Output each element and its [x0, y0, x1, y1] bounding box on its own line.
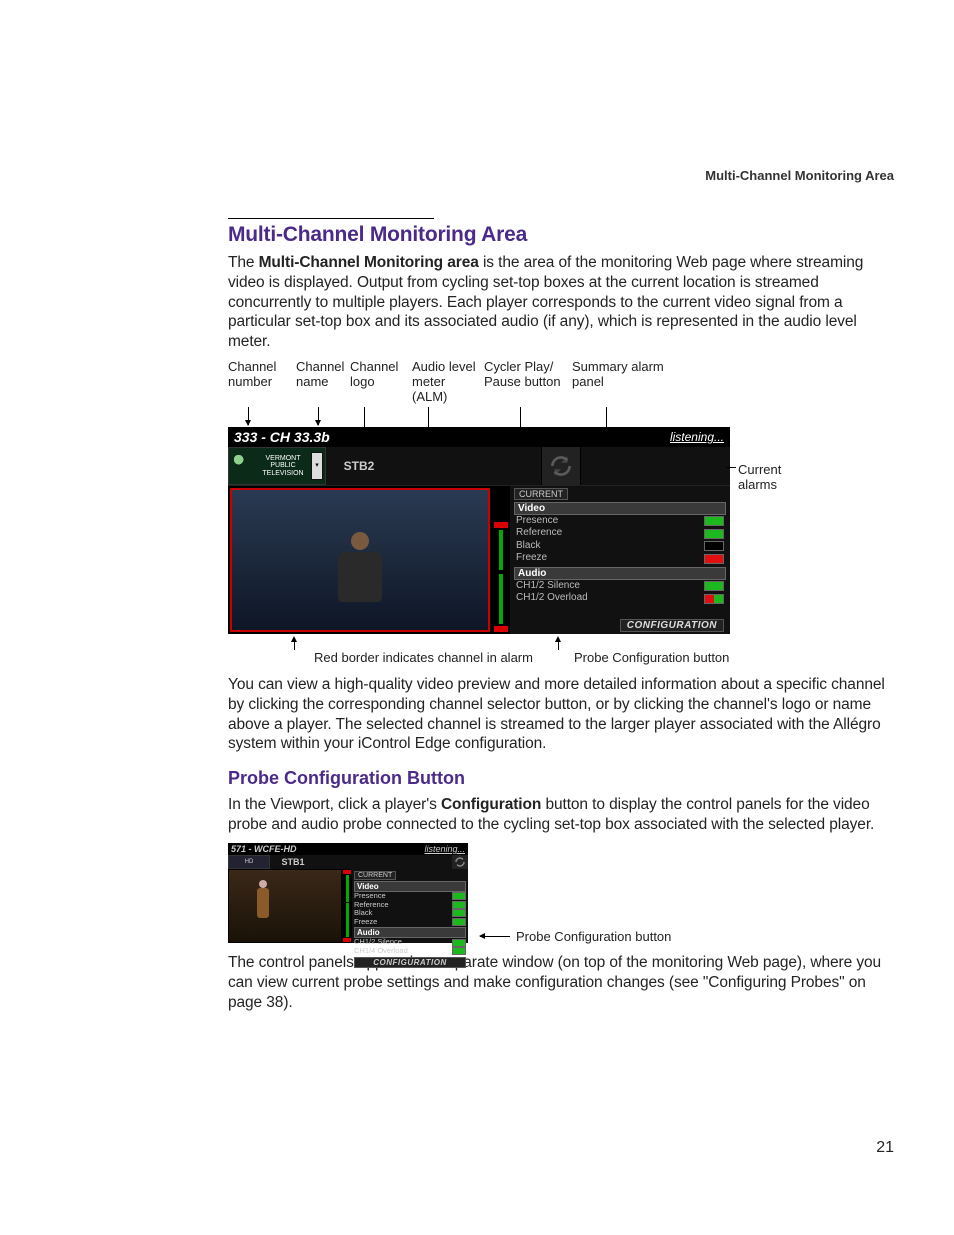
callout-probe-config-2: Probe Configuration button: [480, 929, 671, 944]
player2-listening: listening...: [424, 844, 465, 854]
arrow-left-icon: [480, 936, 510, 937]
section-rule: [228, 218, 434, 219]
callout-alm: Audio level meter (ALM): [412, 360, 484, 405]
alarm-reference: Reference: [516, 527, 562, 540]
refresh-icon: [548, 453, 574, 479]
paragraph-control-panels: The control panels appear in a separate …: [228, 953, 894, 1012]
callout-probe-config-1: Probe Configuration button: [574, 650, 729, 665]
alarm-reference-indicator: [704, 529, 724, 539]
player2-alm: [342, 869, 352, 943]
paragraph-preview: You can view a high-quality video previe…: [228, 675, 894, 754]
player2-logo[interactable]: HD: [228, 855, 270, 869]
para-probe-pre: In the Viewport, click a player's: [228, 796, 441, 813]
para1-pre: The: [228, 254, 259, 271]
alarm-freeze: Freeze: [516, 552, 547, 565]
audio-level-meter: [492, 486, 510, 634]
alarm-overload: CH1/2 Overload: [516, 592, 588, 605]
callout-channel-name: Channel name: [296, 360, 350, 405]
alarm-overload-indicator: [704, 594, 724, 604]
alarm-silence: CH1/2 Silence: [516, 580, 580, 593]
cycler-play-pause-button[interactable]: [541, 447, 581, 485]
refresh-icon: [454, 856, 466, 868]
channel-logo-text: VERMONT PUBLIC TELEVISION: [262, 455, 303, 477]
section-heading-1: Multi-Channel Monitoring Area: [228, 223, 894, 247]
video-preview[interactable]: [230, 488, 490, 632]
player2-channel-title[interactable]: 571 - WCFE-HD: [231, 844, 297, 854]
stb-label: STB2: [326, 447, 392, 485]
figure-1-bottom-callouts: Red border indicates channel in alarm Pr…: [228, 650, 894, 665]
player-titlebar: 333 - CH 33.3b listening...: [228, 427, 730, 447]
callout-current-alarms: Current alarms: [738, 463, 781, 493]
figure-1-top-callouts: Channel number Channel name Channel logo…: [228, 360, 894, 405]
figure-1: Channel number Channel name Channel logo…: [228, 360, 894, 665]
figure-2: 571 - WCFE-HD listening... HD STB1: [228, 843, 894, 943]
para1-bold: Multi-Channel Monitoring area: [259, 254, 479, 271]
alarm-silence-indicator: [704, 581, 724, 591]
player-small: 571 - WCFE-HD listening... HD STB1: [228, 843, 468, 943]
player2-summary: CURRENT Video Presence Reference Black F…: [352, 869, 468, 943]
paragraph-probe-intro: In the Viewport, click a player's Config…: [228, 795, 894, 835]
listening-indicator: listening...: [670, 430, 724, 444]
summary-audio-group: Audio: [514, 567, 726, 580]
p2-current: CURRENT: [354, 871, 396, 880]
callout-channel-number: Channel number: [228, 360, 296, 405]
p2-overload: CH1/4 Overload: [354, 947, 408, 956]
player-channel-title[interactable]: 333 - CH 33.3b: [234, 429, 330, 445]
section-heading-2: Probe Configuration Button: [228, 768, 894, 789]
player2-video[interactable]: [229, 870, 341, 942]
alarm-presence-indicator: [704, 516, 724, 526]
figure-1-arrows: [228, 407, 894, 427]
player2-stb-label: STB1: [270, 855, 316, 869]
alarm-presence: Presence: [516, 515, 558, 528]
para-probe-bold: Configuration: [441, 796, 541, 813]
alarm-black: Black: [516, 540, 540, 553]
summary-current-label: CURRENT: [514, 488, 568, 500]
alarm-black-indicator: [704, 541, 724, 551]
callout-red-border: Red border indicates channel in alarm: [314, 650, 534, 665]
callout-channel-logo: Channel logo: [350, 360, 412, 405]
callout-summary-panel: Summary alarm panel: [572, 360, 692, 405]
player2-cycler-button[interactable]: [452, 855, 468, 869]
video-content: [338, 532, 382, 602]
player-large: 333 - CH 33.3b listening... VERMONT PUBL…: [228, 427, 730, 634]
logo-dropdown-icon[interactable]: ▾: [311, 452, 323, 480]
p2-freeze: Freeze: [354, 918, 377, 927]
summary-alarm-panel: CURRENT Video Presence Reference Black F…: [510, 486, 730, 634]
callout-probe-config-2-text: Probe Configuration button: [516, 929, 671, 944]
page-number: 21: [876, 1139, 894, 1157]
alarm-freeze-indicator: [704, 554, 724, 564]
configuration-button-large[interactable]: CONFIGURATION: [620, 619, 724, 632]
channel-logo[interactable]: VERMONT PUBLIC TELEVISION ▾: [228, 447, 326, 485]
callout-cycler: Cycler Play/ Pause button: [484, 360, 572, 405]
running-header: Multi-Channel Monitoring Area: [705, 168, 894, 183]
intro-paragraph: The Multi-Channel Monitoring area is the…: [228, 253, 894, 352]
summary-video-group: Video: [514, 502, 726, 515]
configuration-button-small[interactable]: CONFIGURATION: [354, 957, 466, 968]
